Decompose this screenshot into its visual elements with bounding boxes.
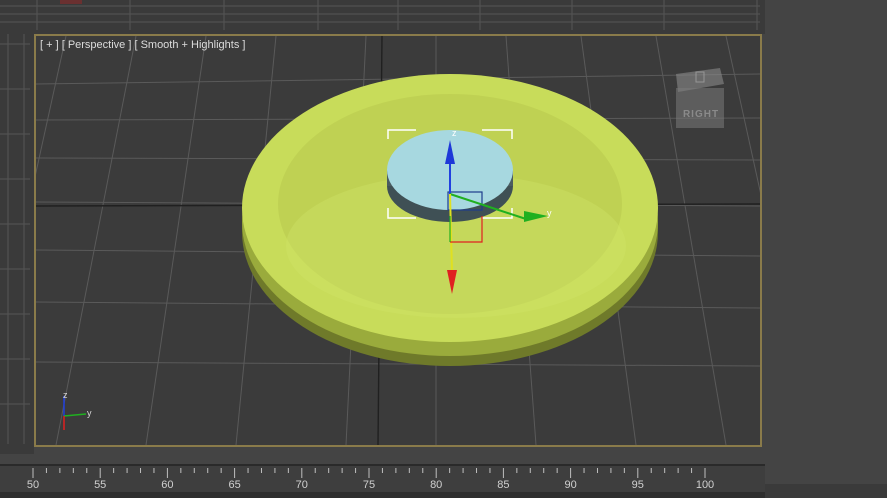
tripod-z-label: z <box>63 390 68 400</box>
perspective-viewport[interactable]: z y z y <box>34 34 762 447</box>
timeline-tick-label: 70 <box>295 479 308 491</box>
viewcube-icon[interactable] <box>672 64 726 130</box>
viewcube[interactable] <box>672 64 726 130</box>
timeline-tick-label: 90 <box>564 479 577 491</box>
left-grid <box>0 34 30 444</box>
timeline-tick-label: 85 <box>497 479 510 491</box>
timeline-tick-label: 60 <box>161 479 174 491</box>
axis-marker-icon <box>60 0 82 4</box>
timeline-tick-label: 95 <box>631 479 644 491</box>
timeline-ruler[interactable]: 50 55 60 65 70 75 80 85 90 95 100 <box>0 464 765 498</box>
ruler-ticks <box>0 464 765 498</box>
timeline-tick-label: 50 <box>26 479 40 491</box>
viewport-label-menu[interactable]: [ + ] [ Perspective ] [ Smooth + Highlig… <box>40 39 245 51</box>
timeline-tick-label: 55 <box>94 479 107 491</box>
gizmo-z-label: z <box>452 128 457 138</box>
timeline-tick-label: 100 <box>695 479 715 491</box>
command-panel <box>765 0 887 498</box>
tripod-y-label: y <box>87 408 92 418</box>
viewcube-face-label: RIGHT <box>682 109 720 120</box>
timeline-tick-label: 75 <box>362 479 376 491</box>
gizmo-y-label: y <box>547 208 552 218</box>
status-corner <box>765 484 887 498</box>
viewport-scene[interactable]: z y z y <box>36 36 760 445</box>
timeline-tick-label: 65 <box>228 479 241 491</box>
top-grid <box>0 0 760 30</box>
left-viewport-strip[interactable] <box>0 34 34 454</box>
axis-tripod <box>63 396 87 430</box>
timeline-tick-label: 80 <box>430 479 443 491</box>
top-viewport-strip[interactable] <box>0 0 887 34</box>
